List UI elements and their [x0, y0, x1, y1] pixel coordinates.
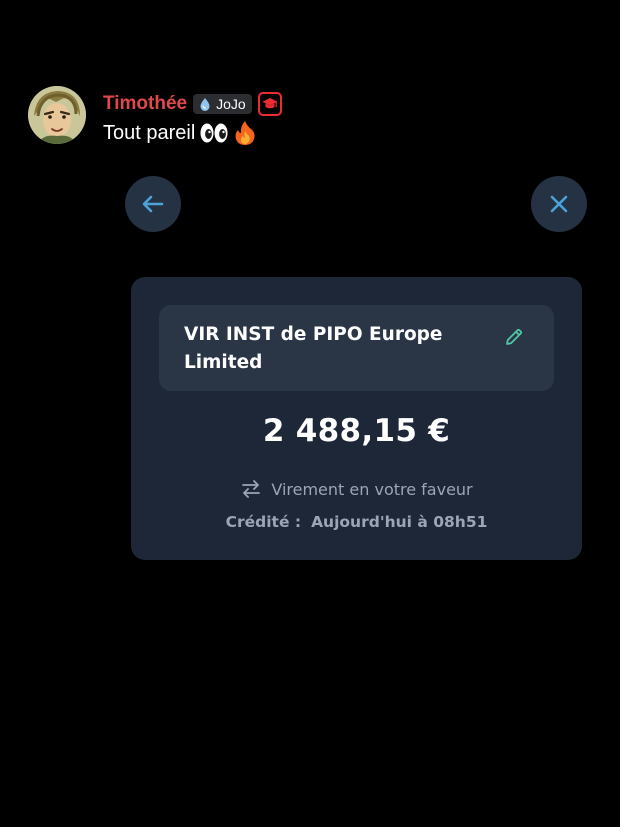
user-avatar[interactable] — [28, 86, 86, 144]
credit-date-row: Crédité : Aujourd'hui à 08h51 — [131, 511, 582, 533]
username[interactable]: Timothée — [103, 93, 187, 115]
server-tag-label: JoJo — [216, 96, 246, 112]
transfer-arrows-icon — [240, 479, 262, 499]
transaction-amount: 2 488,15 € — [262, 413, 451, 449]
credit-value: Aujourd'hui à 08h51 — [311, 513, 488, 531]
message-body: Tout pareil — [103, 119, 257, 147]
message-text: Tout pareil — [103, 121, 196, 144]
transaction-label: VIR INST de PIPO Europe Limited — [184, 324, 443, 373]
transaction-card: VIR INST de PIPO Europe Limited 2 488,15… — [131, 277, 582, 560]
transaction-type-row: Virement en votre faveur — [131, 477, 582, 501]
avatar-image — [28, 86, 86, 144]
water-drop-icon — [198, 97, 212, 111]
arrow-left-icon — [142, 195, 164, 213]
transaction-label-box[interactable]: VIR INST de PIPO Europe Limited — [159, 305, 554, 391]
fire-emoji — [233, 120, 257, 146]
message-header: Timothée JoJo — [103, 90, 282, 118]
credit-label: Crédité : — [225, 513, 302, 531]
graduation-cap-icon — [262, 97, 278, 111]
server-tag[interactable]: JoJo — [193, 94, 252, 114]
eyes-emoji — [199, 122, 229, 144]
close-button[interactable] — [531, 176, 587, 232]
transaction-type-label: Virement en votre faveur — [271, 479, 473, 499]
role-badge[interactable] — [257, 92, 282, 116]
chat-message: Timothée JoJo Tout pareil — [28, 86, 588, 150]
close-icon — [549, 194, 569, 214]
back-button[interactable] — [125, 176, 181, 232]
pencil-icon[interactable] — [504, 327, 524, 347]
